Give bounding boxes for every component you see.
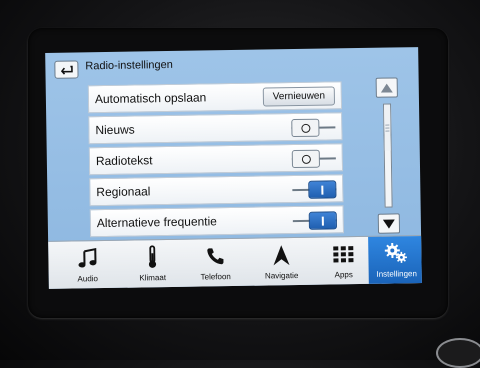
list-item-label: Nieuws	[95, 123, 135, 138]
thermometer-icon	[145, 245, 159, 269]
scroll-down-button[interactable]	[378, 213, 400, 233]
alternatieve-frequentie-toggle[interactable]	[293, 211, 337, 230]
nav-label: Audio	[77, 274, 98, 283]
list-item-alternatieve-frequentie: Alternatieve frequentie	[90, 205, 344, 237]
navigation-arrow-icon	[272, 244, 290, 266]
nav-label: Instellingen	[376, 269, 417, 279]
infotainment-screen: Radio-instellingen Automatisch opslaan V…	[45, 47, 422, 289]
radiotekst-toggle[interactable]	[292, 149, 336, 168]
phone-icon	[205, 246, 225, 266]
nav-label: Telefoon	[201, 272, 231, 281]
list-item-label: Alternatieve frequentie	[97, 214, 217, 230]
back-button[interactable]	[54, 60, 78, 78]
back-arrow-icon	[59, 65, 73, 75]
toggle-off-knob	[292, 150, 320, 168]
grip-line	[385, 125, 389, 126]
nav-item-navigatie[interactable]: Navigatie	[250, 238, 313, 287]
nieuws-toggle[interactable]	[291, 118, 335, 137]
toggle-off-knob	[291, 119, 319, 137]
regionaal-toggle[interactable]	[292, 180, 336, 199]
volume-knob	[436, 338, 480, 368]
triangle-up-icon	[381, 83, 393, 92]
page-title: Radio-instellingen	[85, 59, 173, 72]
nav-label: Apps	[334, 270, 352, 279]
nav-item-telefoon[interactable]: Telefoon	[184, 239, 247, 288]
grip-line	[385, 131, 389, 132]
list-item-label: Regionaal	[96, 184, 150, 199]
nav-label: Navigatie	[265, 271, 298, 281]
list-item-label: Automatisch opslaan	[95, 90, 207, 106]
toggle-on-knob	[309, 211, 337, 229]
scrollbar-thumb[interactable]	[384, 105, 391, 151]
list-scrollbar[interactable]	[376, 77, 406, 235]
list-item-label: Radiotekst	[96, 153, 153, 168]
nav-item-instellingen[interactable]: Instellingen	[368, 236, 422, 285]
toggle-on-knob	[308, 180, 336, 198]
vernieuwen-button[interactable]: Vernieuwen	[263, 86, 335, 106]
scroll-up-button[interactable]	[376, 77, 398, 97]
nav-item-apps[interactable]: Apps	[312, 237, 375, 286]
nav-label: Klimaat	[139, 273, 166, 282]
scrollbar-track[interactable]	[383, 104, 393, 208]
nav-item-audio[interactable]: Audio	[56, 241, 119, 289]
music-note-icon	[76, 247, 98, 269]
apps-grid-icon	[332, 245, 354, 263]
list-item-radiotekst: Radiotekst	[89, 143, 343, 175]
list-item-nieuws: Nieuws	[88, 112, 342, 144]
settings-list: Automatisch opslaan Vernieuwen Nieuws Ra…	[88, 81, 344, 240]
list-item-automatisch-opslaan: Automatisch opslaan Vernieuwen	[88, 81, 342, 113]
gears-icon	[384, 242, 408, 264]
bottom-navigation: Audio Klimaat Telefoon	[48, 235, 422, 289]
triangle-down-icon	[383, 219, 395, 228]
nav-item-klimaat[interactable]: Klimaat	[121, 240, 184, 289]
grip-line	[385, 128, 389, 129]
list-item-regionaal: Regionaal	[89, 174, 343, 206]
top-bar: Radio-instellingen	[45, 47, 418, 83]
